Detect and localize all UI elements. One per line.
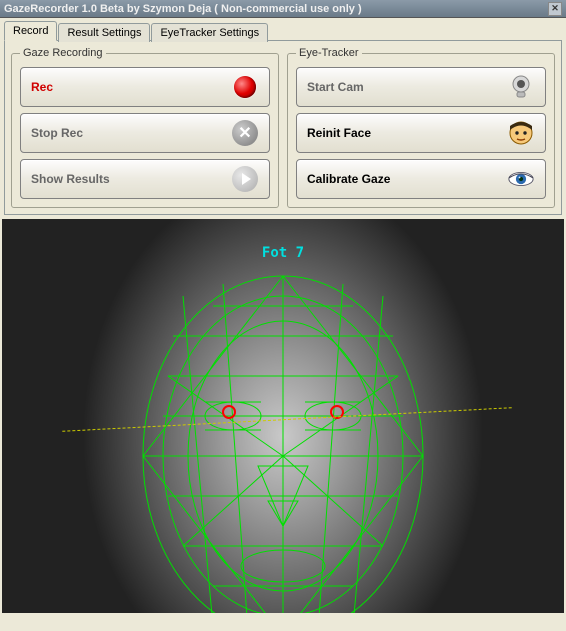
eye-tracker-legend: Eye-Tracker: [296, 47, 362, 59]
record-icon: [231, 73, 259, 101]
start-cam-label: Start Cam: [307, 80, 364, 94]
eye-icon: [507, 165, 535, 193]
show-results-button[interactable]: Show Results: [20, 159, 270, 199]
tab-strip: Record Result Settings EyeTracker Settin…: [0, 18, 566, 40]
reinit-face-label: Reinit Face: [307, 126, 371, 140]
tab-eyetracker-settings[interactable]: EyeTracker Settings: [151, 23, 268, 42]
rec-button-label: Rec: [31, 80, 53, 94]
stop-icon: ✕: [231, 119, 259, 147]
gaze-recording-group: Gaze Recording Rec Stop Rec ✕ Show Resul…: [11, 47, 279, 208]
calibrate-gaze-button[interactable]: Calibrate Gaze: [296, 159, 546, 199]
left-eye-marker: [222, 405, 236, 419]
tab-panel-record: Gaze Recording Rec Stop Rec ✕ Show Resul…: [4, 40, 562, 215]
tab-record[interactable]: Record: [4, 21, 57, 41]
camera-frame-bg: [2, 219, 564, 613]
title-bar: GazeRecorder 1.0 Beta by Szymon Deja ( N…: [0, 0, 566, 18]
eye-tracker-group: Eye-Tracker Start Cam Reinit Face Calibr…: [287, 47, 555, 208]
reinit-face-button[interactable]: Reinit Face: [296, 113, 546, 153]
rec-button[interactable]: Rec: [20, 67, 270, 107]
calibrate-gaze-label: Calibrate Gaze: [307, 172, 390, 186]
gaze-recording-legend: Gaze Recording: [20, 47, 106, 59]
show-results-label: Show Results: [31, 172, 110, 186]
webcam-icon: [507, 73, 535, 101]
play-icon: [231, 165, 259, 193]
stop-rec-label: Stop Rec: [31, 126, 83, 140]
start-cam-button[interactable]: Start Cam: [296, 67, 546, 107]
preview-overlay-text: Fot 7: [262, 245, 304, 261]
stop-rec-button[interactable]: Stop Rec ✕: [20, 113, 270, 153]
close-icon[interactable]: ✕: [548, 2, 562, 16]
face-icon: [507, 119, 535, 147]
tab-result-settings[interactable]: Result Settings: [58, 23, 150, 42]
camera-preview: Fot 7: [2, 219, 564, 613]
window-title: GazeRecorder 1.0 Beta by Szymon Deja ( N…: [4, 3, 362, 15]
